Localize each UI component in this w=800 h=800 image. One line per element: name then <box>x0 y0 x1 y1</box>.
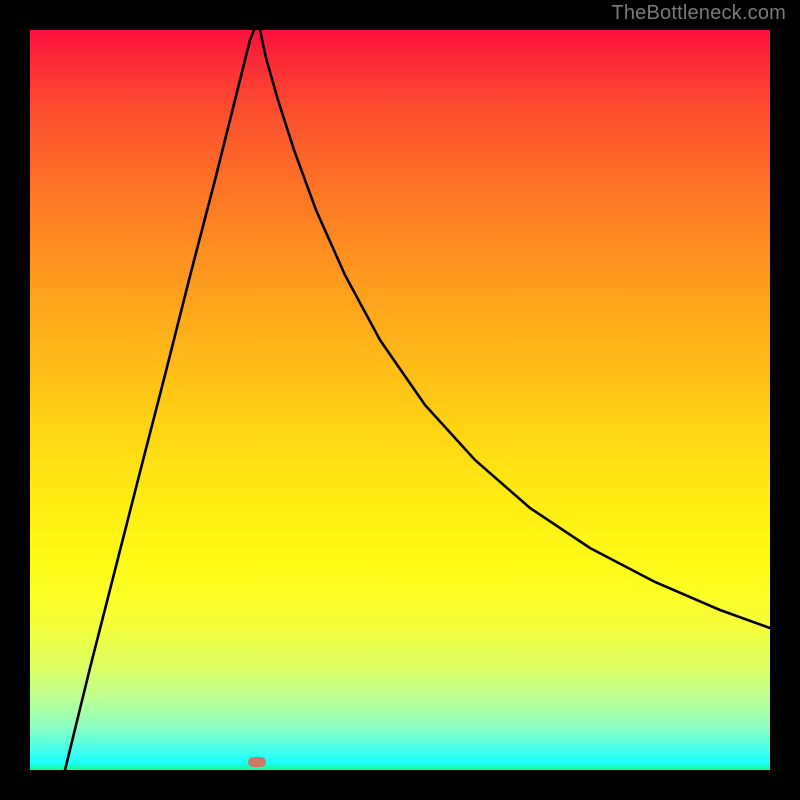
curve-left-branch <box>65 30 254 770</box>
curve-right-branch <box>260 30 770 628</box>
minimum-marker <box>248 757 266 767</box>
chart-frame: TheBottleneck.com <box>0 0 800 800</box>
curve-layer <box>30 30 770 770</box>
plot-area <box>30 30 770 770</box>
watermark-text: TheBottleneck.com <box>611 2 786 25</box>
